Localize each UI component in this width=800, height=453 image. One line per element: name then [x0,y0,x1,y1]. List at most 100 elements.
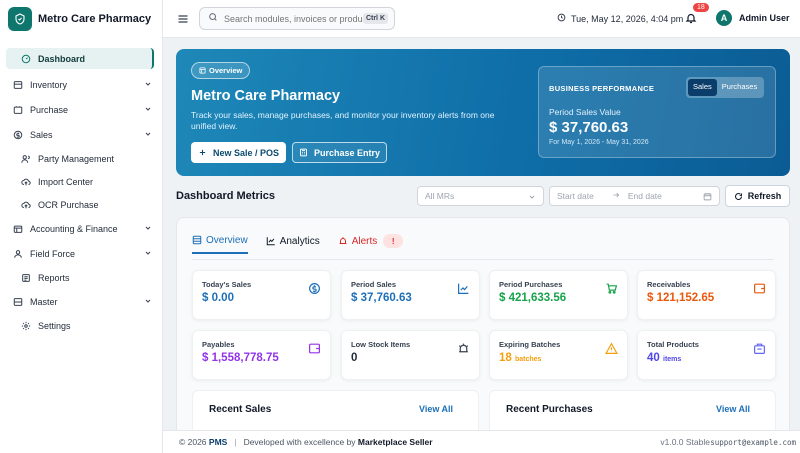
perf-value: $ 37,760.63 [549,119,629,136]
tab-alerts[interactable]: Alerts ! [338,234,404,254]
purchase-entry-button[interactable]: Purchase Entry [292,142,387,163]
wallet-icon [308,342,321,355]
sidebar-item-label: Settings [38,320,71,331]
datetime: Tue, May 12, 2026, 4:04 pm [557,13,683,24]
perf-title: BUSINESS PERFORMANCE [549,84,655,93]
sidebar-item-label: OCR Purchase [38,199,99,210]
sidebar-item-reports[interactable]: Reports [0,266,162,289]
refresh-button[interactable]: Refresh [725,185,790,207]
version: v1.0.0 Stable [660,437,710,447]
support-email[interactable]: support@example.com [710,438,796,447]
stat-payables: Payables $ 1,558,778.75 [192,330,331,380]
sidebar-item-master[interactable]: Master [0,289,162,314]
chevron-down-icon [144,297,152,307]
sidebar-item-accounting-finance[interactable]: Accounting & Finance [0,216,162,241]
divider: | [234,437,237,447]
recent-purchases-title: Recent Purchases [506,404,593,415]
stat-value: $ 121,152.65 [647,292,715,304]
refresh-label: Refresh [747,191,782,201]
users-icon [20,153,32,165]
sidebar-item-ocr-purchase[interactable]: OCR Purchase [0,193,162,216]
stat-value: 40 [647,352,660,364]
stat-value: $ 421,633.56 [499,292,567,304]
end-date[interactable]: End date [628,191,662,201]
date-range-picker[interactable]: Start date End date [549,186,720,206]
purchase-entry-label: Purchase Entry [313,147,381,158]
grid-icon [199,67,206,74]
ledger-icon [12,223,24,235]
stat-value: $ 37,760.63 [351,292,412,304]
developed-by: Developed with excellence by Marketplace… [244,437,433,447]
stat-receivables: Receivables $ 121,152.65 [637,270,776,320]
tab-label: Overview [206,234,248,246]
tab-divider [192,259,774,260]
hero-title: Metro Care Pharmacy [191,88,341,104]
sidebar-item-dashboard[interactable]: Dashboard [6,48,154,69]
business-performance-panel: BUSINESS PERFORMANCE Sales Purchases Per… [538,66,776,158]
seller-name: Marketplace Seller [357,437,433,447]
gear-icon [20,320,32,332]
package-icon [753,342,766,355]
database-icon [12,296,24,308]
chevron-down-icon [144,80,152,90]
sidebar-nav: Dashboard Inventory Purchase Sales Party… [0,48,162,337]
sidebar-item-label: Reports [38,272,70,283]
brand[interactable]: Metro Care Pharmacy [0,0,162,38]
dollar-icon [12,129,24,141]
stat-label: Expiring Batches [499,340,561,349]
start-date[interactable]: Start date [557,191,594,201]
plus-icon [198,148,207,157]
stat-expiring-batches: Expiring Batches 18 batches [489,330,628,380]
chart-line-icon [266,236,276,246]
bell-icon[interactable] [685,12,699,26]
stat-todays-sales: Today's Sales $ 0.00 [192,270,331,320]
chevron-down-icon [144,224,152,234]
sidebar-item-label: Accounting & Finance [30,223,118,234]
stat-label: Low Stock Items [351,340,411,349]
warning-icon [605,342,618,355]
sidebar-item-settings[interactable]: Settings [0,314,162,337]
search-box[interactable]: Ctrl K [199,7,395,30]
stat-unit: items [663,356,682,363]
stat-label: Total Products [647,340,699,349]
tabs: Overview Analytics Alerts ! [192,234,421,254]
clock-icon [557,13,566,24]
menu-icon[interactable] [177,13,189,25]
toggle-sales[interactable]: Sales [688,79,717,96]
datetime-text: Tue, May 12, 2026, 4:04 pm [571,13,684,24]
avatar[interactable]: A [716,10,732,26]
recent-sales-view-all[interactable]: View All [419,404,453,414]
tab-label: Analytics [279,235,320,247]
sidebar-item-party-management[interactable]: Party Management [0,147,162,170]
report-icon [20,272,32,284]
brand-name: Metro Care Pharmacy [38,13,152,25]
sidebar-item-label: Field Force [30,248,76,259]
perf-range: For May 1, 2026 - May 31, 2026 [549,139,649,146]
tab-analytics[interactable]: Analytics [266,236,320,253]
sidebar-item-import-center[interactable]: Import Center [0,170,162,193]
tab-overview[interactable]: Overview [192,235,248,254]
user-name[interactable]: Admin User [739,13,790,23]
sidebar-item-label: Master [30,296,58,307]
search-icon [208,12,218,25]
chevron-down-icon [144,249,152,259]
recent-purchases-view-all[interactable]: View All [716,404,750,414]
calculator-icon [299,148,308,157]
mr-select[interactable]: All MRs [417,186,544,206]
sidebar-item-sales[interactable]: Sales [0,122,162,147]
toggle-purchases[interactable]: Purchases [717,79,762,96]
sidebar: Metro Care Pharmacy Dashboard Inventory … [0,0,163,453]
calendar-icon [703,192,712,203]
cart-icon [12,104,24,116]
search-input[interactable] [224,13,364,24]
sidebar-item-purchase[interactable]: Purchase [0,97,162,122]
sidebar-item-field-force[interactable]: Field Force [0,241,162,266]
cart-icon [605,282,618,295]
sidebar-item-inventory[interactable]: Inventory [0,72,162,97]
stat-value: 18 [499,352,512,364]
new-sale-button[interactable]: New Sale / POS [191,142,286,163]
metrics-title: Dashboard Metrics [176,190,276,202]
shortcut-hint: Ctrl K [362,13,388,24]
perf-label: Period Sales Value [549,107,621,117]
siren-icon [338,236,348,246]
